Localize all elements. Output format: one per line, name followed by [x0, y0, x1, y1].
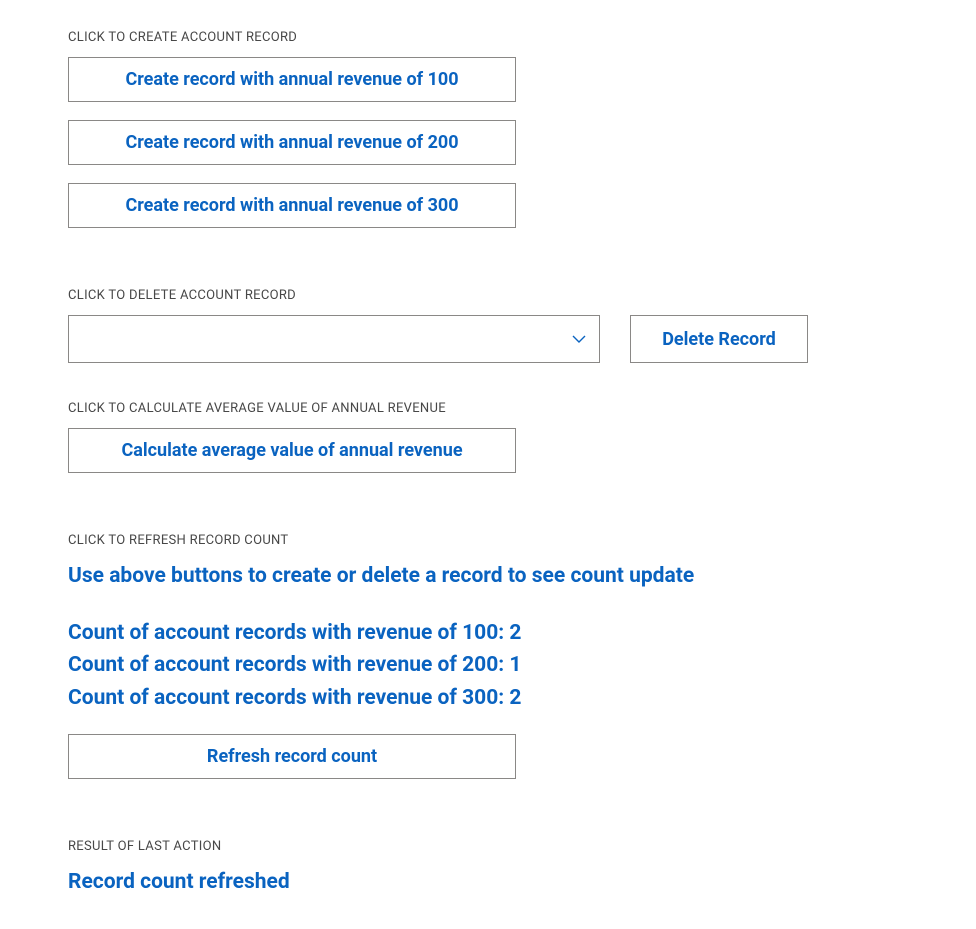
calculate-section-label: CLICK TO CALCULATE AVERAGE VALUE OF ANNU… — [68, 401, 976, 416]
refresh-info-text: Use above buttons to create or delete a … — [68, 560, 976, 593]
result-section: RESULT OF LAST ACTION Record count refre… — [68, 839, 976, 899]
result-section-label: RESULT OF LAST ACTION — [68, 839, 976, 854]
create-record-200-button[interactable]: Create record with annual revenue of 200 — [68, 120, 516, 165]
calculate-average-button[interactable]: Calculate average value of annual revenu… — [68, 428, 516, 473]
refresh-section-label: CLICK TO REFRESH RECORD COUNT — [68, 533, 976, 548]
calculate-section: CLICK TO CALCULATE AVERAGE VALUE OF ANNU… — [68, 401, 976, 491]
delete-section-label: CLICK TO DELETE ACCOUNT RECORD — [68, 288, 976, 303]
delete-record-select[interactable] — [68, 315, 600, 363]
create-record-300-button[interactable]: Create record with annual revenue of 300 — [68, 183, 516, 228]
create-section-label: CLICK TO CREATE ACCOUNT RECORD — [68, 30, 976, 45]
refresh-section: CLICK TO REFRESH RECORD COUNT Use above … — [68, 533, 976, 797]
create-section: CLICK TO CREATE ACCOUNT RECORD Create re… — [68, 30, 976, 246]
count-100-text: Count of account records with revenue of… — [68, 617, 976, 650]
refresh-count-button[interactable]: Refresh record count — [68, 734, 516, 779]
count-300-text: Count of account records with revenue of… — [68, 682, 976, 715]
delete-record-button[interactable]: Delete Record — [630, 315, 808, 363]
create-record-100-button[interactable]: Create record with annual revenue of 100 — [68, 57, 516, 102]
count-200-text: Count of account records with revenue of… — [68, 649, 976, 682]
delete-select-wrap — [68, 315, 600, 363]
result-text: Record count refreshed — [68, 866, 976, 899]
delete-section: CLICK TO DELETE ACCOUNT RECORD Delete Re… — [68, 288, 976, 363]
